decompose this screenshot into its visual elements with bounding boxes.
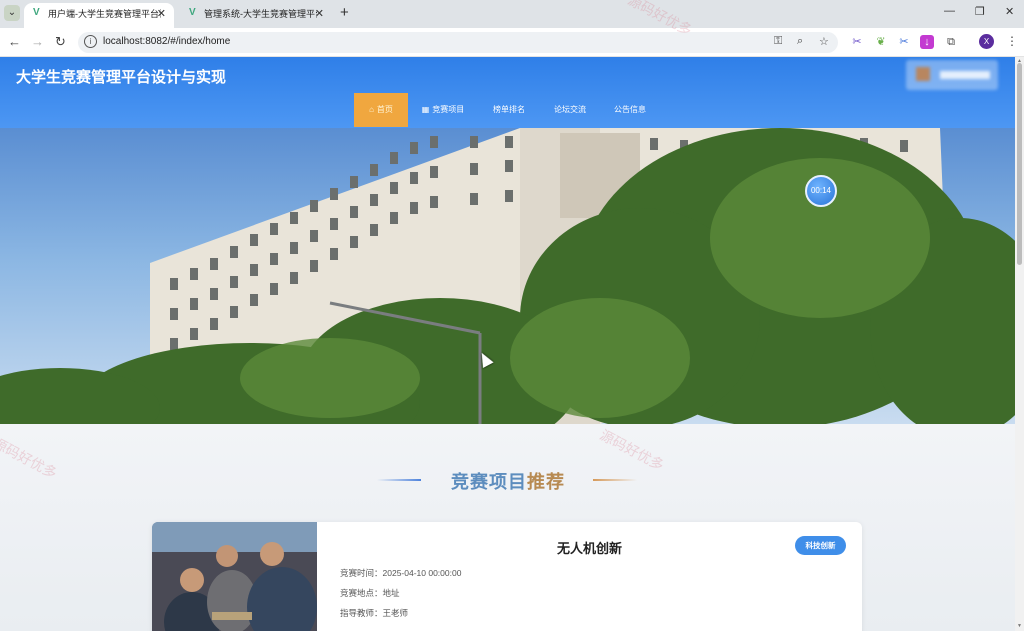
url-text[interactable]: localhost:8082/#/index/home [103, 36, 230, 47]
download-extension-icon[interactable]: ↓ [920, 35, 934, 49]
hero-banner[interactable]: 00:14 [0, 128, 1015, 424]
divider-left [377, 479, 421, 481]
new-tab-icon[interactable]: + [340, 4, 349, 21]
site-header: 大学生竞赛管理平台设计与实现 ⌂ 首页 ▦ 竞赛项目 榜单排名 论坛交流 公告信息 [0, 57, 1015, 128]
user-info[interactable] [906, 60, 998, 90]
competition-title[interactable]: 无人机创新 [152, 538, 862, 557]
browser-toolbar: ← → ↻ i localhost:8082/#/index/home ⚿ ⌕ … [0, 28, 1024, 57]
minimize-icon[interactable]: — [944, 5, 955, 17]
section-title-part1: 竞赛项目 [451, 472, 527, 492]
nav-label: 竞赛项目 [432, 105, 465, 114]
profile-avatar[interactable]: X [979, 34, 994, 49]
section-title-part2: 推荐 [527, 472, 565, 492]
avatar[interactable] [916, 67, 930, 81]
nav-label: 首页 [376, 105, 393, 114]
extensions-icon[interactable]: ⧉ [944, 35, 958, 49]
tab-title: 用户端-大学生竞赛管理平台设计 [48, 9, 161, 19]
category-tag[interactable]: 科技创新 [795, 536, 846, 555]
key-icon[interactable]: ⚿ [774, 35, 782, 48]
home-icon: ⌂ [369, 105, 374, 114]
time-label: 竞赛时间： [340, 568, 383, 578]
scrollbar-thumb[interactable] [1017, 63, 1022, 265]
close-icon[interactable]: ✕ [315, 3, 324, 25]
place-value: 地址 [382, 588, 400, 598]
nav-announcements[interactable]: 公告信息 [605, 93, 655, 127]
tab-admin-system[interactable]: V 管理系统-大学生竞赛管理平台设 ✕ [180, 3, 332, 28]
recommended-section: 竞赛项目推荐 无人机创新 科技创新 竞赛时间：2025-04-10 00:00:… [0, 424, 1015, 631]
scroll-down-icon[interactable]: ▼ [1017, 623, 1022, 629]
forward-icon[interactable]: → [31, 34, 44, 49]
nav-home[interactable]: ⌂ 首页 [354, 93, 408, 127]
nav-competitions[interactable]: ▦ 竞赛项目 [415, 93, 471, 127]
restore-icon[interactable]: ❐ [975, 5, 985, 18]
competition-card[interactable]: 无人机创新 科技创新 竞赛时间：2025-04-10 00:00:00 竞赛地点… [152, 522, 862, 631]
close-icon[interactable]: ✕ [157, 3, 166, 25]
window-close-icon[interactable]: ✕ [1005, 5, 1014, 18]
nav-label: 论坛交流 [554, 105, 586, 114]
competition-time: 竞赛时间：2025-04-10 00:00:00 [340, 567, 461, 579]
campus-building-photo [0, 128, 1015, 424]
vue-favicon-icon: V [33, 7, 40, 18]
reload-icon[interactable]: ↻ [55, 34, 66, 50]
address-bar[interactable]: i localhost:8082/#/index/home ⚿ ⌕ ☆ [78, 32, 838, 53]
menu-icon[interactable]: ⋮ [1006, 34, 1018, 48]
star-icon[interactable]: ☆ [819, 35, 829, 48]
leaf-extension-icon[interactable]: ❦ [874, 35, 888, 49]
banner-image [0, 128, 1015, 424]
nav-rankings[interactable]: 榜单排名 [484, 93, 534, 127]
section-title: 竞赛项目推荐 [440, 468, 576, 494]
competition-teacher: 指导教师：王老师 [340, 607, 408, 619]
browser-tab-bar: ⌄ V 用户端-大学生竞赛管理平台设计 ✕ V 管理系统-大学生竞赛管理平台设 … [0, 0, 1024, 28]
teacher-value: 王老师 [382, 608, 409, 618]
page-viewport: 大学生竞赛管理平台设计与实现 ⌂ 首页 ▦ 竞赛项目 榜单排名 论坛交流 公告信息 [0, 57, 1015, 631]
username-blurred [940, 71, 990, 79]
tab-title: 管理系统-大学生竞赛管理平台设 [204, 9, 317, 19]
nav-forum[interactable]: 论坛交流 [545, 93, 595, 127]
nav-label: 公告信息 [614, 105, 646, 114]
zoom-icon[interactable]: ⌕ [797, 35, 803, 48]
countdown-timer: 00:14 [805, 175, 837, 207]
back-icon[interactable]: ← [8, 34, 21, 49]
competition-place: 竞赛地点：地址 [340, 587, 400, 599]
tab-user-portal[interactable]: V 用户端-大学生竞赛管理平台设计 ✕ [24, 3, 174, 28]
place-label: 竞赛地点： [340, 588, 383, 598]
vue-favicon-icon: V [189, 7, 196, 18]
teacher-label: 指导教师： [340, 608, 383, 618]
site-title: 大学生竞赛管理平台设计与实现 [16, 69, 227, 86]
cut-extension-icon[interactable]: ✂ [897, 35, 911, 49]
divider-right [593, 479, 637, 481]
page-scrollbar[interactable]: ▲ ▼ [1015, 57, 1024, 631]
nav-label: 榜单排名 [493, 105, 525, 114]
grid-icon: ▦ [421, 105, 430, 114]
site-info-icon[interactable]: i [84, 35, 97, 48]
tab-search-icon[interactable]: ⌄ [4, 5, 20, 21]
scissors-extension-icon[interactable]: ✂ [850, 35, 864, 49]
time-value: 2025-04-10 00:00:00 [382, 568, 462, 578]
